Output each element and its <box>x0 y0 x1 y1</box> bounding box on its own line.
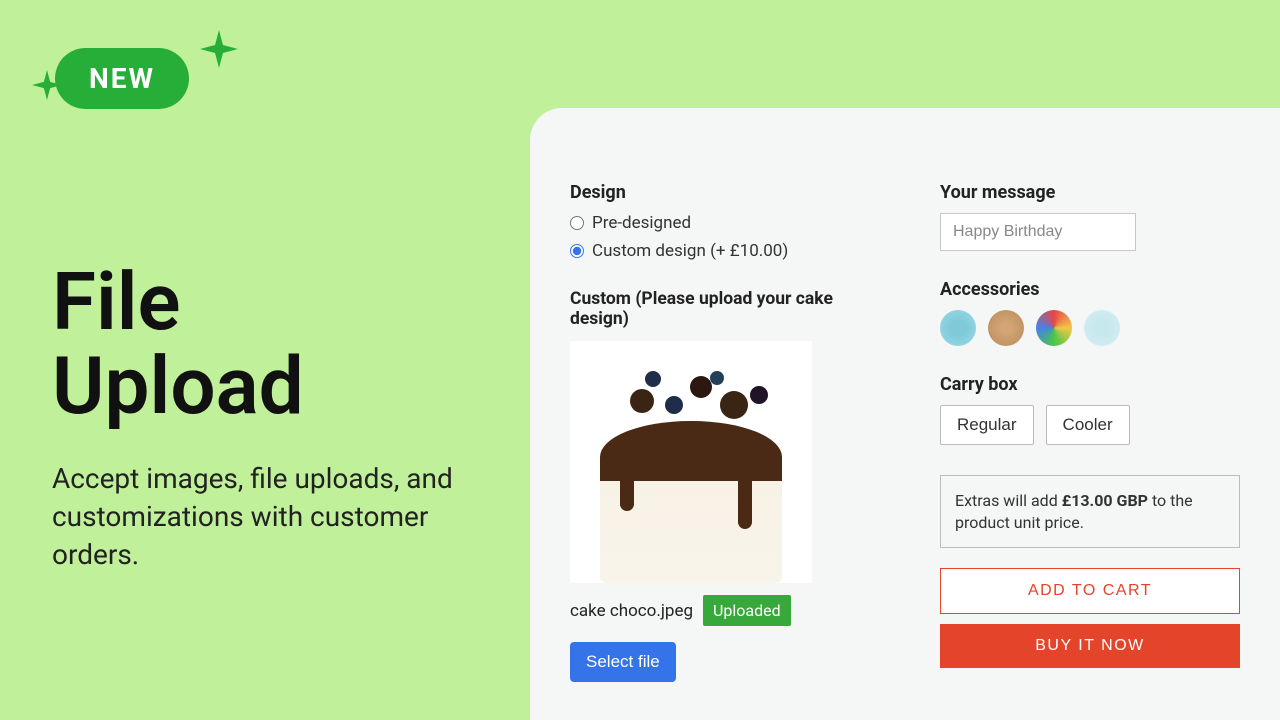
uploaded-image-preview <box>570 341 812 583</box>
left-column: Design Pre-designed Custom design (+ £10… <box>570 182 890 680</box>
design-option-custom[interactable]: Custom design (+ £10.00) <box>570 241 890 261</box>
carry-box-options: Regular Cooler <box>940 405 1240 445</box>
carry-box-cooler[interactable]: Cooler <box>1046 405 1130 445</box>
new-badge: NEW <box>55 48 189 109</box>
info-amount: £13.00 GBP <box>1062 491 1148 510</box>
file-info-row: cake choco.jpeg Uploaded <box>570 595 890 626</box>
extras-info: Extras will add £13.00 GBP to the produc… <box>940 475 1240 548</box>
info-prefix: Extras will add <box>955 491 1062 510</box>
upload-status-badge: Uploaded <box>703 595 791 626</box>
message-label: Your message <box>940 182 1240 203</box>
new-badge-group: NEW <box>20 30 189 109</box>
hero-subtitle: Accept images, file uploads, and customi… <box>52 460 492 573</box>
design-option-predesigned[interactable]: Pre-designed <box>570 213 890 233</box>
upload-label: Custom (Please upload your cake design) <box>570 289 890 329</box>
message-input[interactable] <box>940 213 1136 251</box>
accessory-balloons[interactable] <box>1084 310 1120 346</box>
buy-it-now-button[interactable]: BUY IT NOW <box>940 624 1240 668</box>
accessory-party-hat[interactable] <box>1036 310 1072 346</box>
accessories-label: Accessories <box>940 279 1240 300</box>
accessory-sprinkles[interactable] <box>988 310 1024 346</box>
sparkle-icon <box>32 70 62 100</box>
design-option-label: Custom design (+ £10.00) <box>592 241 788 261</box>
hero-title: File Upload <box>52 260 492 428</box>
carry-box-regular[interactable]: Regular <box>940 405 1034 445</box>
sparkle-icon <box>200 30 238 68</box>
hero-title-line2: Upload <box>52 339 304 433</box>
hero-text: File Upload Accept images, file uploads,… <box>52 260 492 573</box>
product-options-panel: Design Pre-designed Custom design (+ £10… <box>530 108 1280 720</box>
file-name: cake choco.jpeg <box>570 601 693 621</box>
radio-custom[interactable] <box>570 244 584 258</box>
carry-box-label: Carry box <box>940 374 1240 395</box>
select-file-button[interactable]: Select file <box>570 642 676 682</box>
design-option-label: Pre-designed <box>592 213 691 233</box>
hero-title-line1: File <box>52 255 181 349</box>
radio-predesigned[interactable] <box>570 216 584 230</box>
design-label: Design <box>570 182 890 203</box>
add-to-cart-button[interactable]: ADD TO CART <box>940 568 1240 614</box>
accessories-row <box>940 310 1240 346</box>
accessory-candles[interactable] <box>940 310 976 346</box>
right-column: Your message Accessories Carry box Regul… <box>940 182 1240 680</box>
